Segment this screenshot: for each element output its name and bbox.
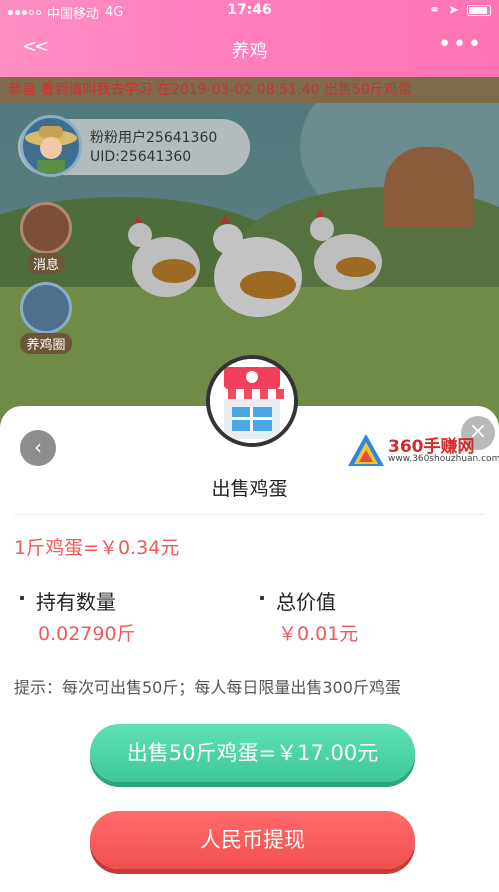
messages-button[interactable]: 消息	[18, 202, 74, 274]
total-value-amount: ￥0.01元	[278, 623, 359, 645]
cash-withdraw-button[interactable]: 人民币提现	[90, 811, 415, 869]
holdings-value: 0.02790斤	[38, 623, 136, 645]
watermark-url: www.360shouzhuan.com	[388, 454, 499, 464]
chicken-circle-label: 养鸡圈	[20, 333, 72, 354]
divider	[14, 514, 485, 515]
chickens-group	[128, 209, 382, 317]
sheet-back-button[interactable]: ‹	[20, 430, 56, 466]
user-id: UID:25641360	[90, 149, 192, 165]
chicken-icon	[213, 214, 302, 317]
username: 粉粉用户25641360	[90, 130, 218, 146]
top-bar: 中国移动 4G 17:46 ⚭ ➤ << 养鸡 •••	[0, 0, 499, 77]
holdings-label: 持有数量	[36, 590, 116, 614]
status-bar: 中国移动 4G 17:46 ⚭ ➤	[0, 0, 499, 22]
total-value-label: 总价值	[276, 590, 336, 614]
sell-hint: 提示：每次可出售50斤；每人每日限量出售300斤鸡蛋	[14, 678, 401, 697]
watermark-logo: 360手赚网 www.360shouzhuan.com	[346, 430, 499, 470]
more-icon[interactable]: •••	[438, 32, 483, 57]
page-title: 养鸡	[231, 41, 268, 62]
shop-icon	[206, 355, 298, 447]
announcement-marquee: 恭喜 看到请叫我去学习 在2019-03-02 08:51:40 出售50斤鸡蛋	[0, 77, 499, 103]
chick-icon	[20, 282, 72, 334]
farmer-avatar-icon	[25, 126, 77, 174]
avatar[interactable]	[20, 115, 82, 177]
sheet-title: 出售鸡蛋	[211, 478, 288, 500]
bullet	[20, 596, 24, 600]
megaphone-icon	[20, 202, 72, 254]
bullet	[260, 596, 264, 600]
status-right: ⚭ ➤	[429, 3, 491, 18]
battery-icon	[467, 5, 491, 16]
nav-bar: << 养鸡 •••	[0, 30, 499, 70]
chicken-circle-button[interactable]: 养鸡圈	[18, 282, 74, 354]
egg-price: 1斤鸡蛋=￥0.34元	[14, 537, 180, 559]
storefront-icon	[210, 359, 294, 443]
lock-rotation-icon: ⚭	[429, 3, 441, 18]
chicken-icon	[128, 215, 200, 297]
chicken-icon	[310, 209, 382, 290]
status-time: 17:46	[227, 2, 272, 18]
watermark-triangle-icon	[348, 434, 384, 466]
sell-eggs-sheet: ‹ × 360手赚网 www.360shouzhuan.com 出售鸡蛋 1斤鸡…	[0, 406, 499, 892]
messages-label: 消息	[26, 253, 65, 274]
sell-eggs-button[interactable]: 出售50斤鸡蛋=￥17.00元	[90, 724, 415, 782]
user-info-card[interactable]: 粉粉用户25641360 UID:25641360	[18, 115, 250, 177]
location-icon: ➤	[448, 3, 459, 18]
